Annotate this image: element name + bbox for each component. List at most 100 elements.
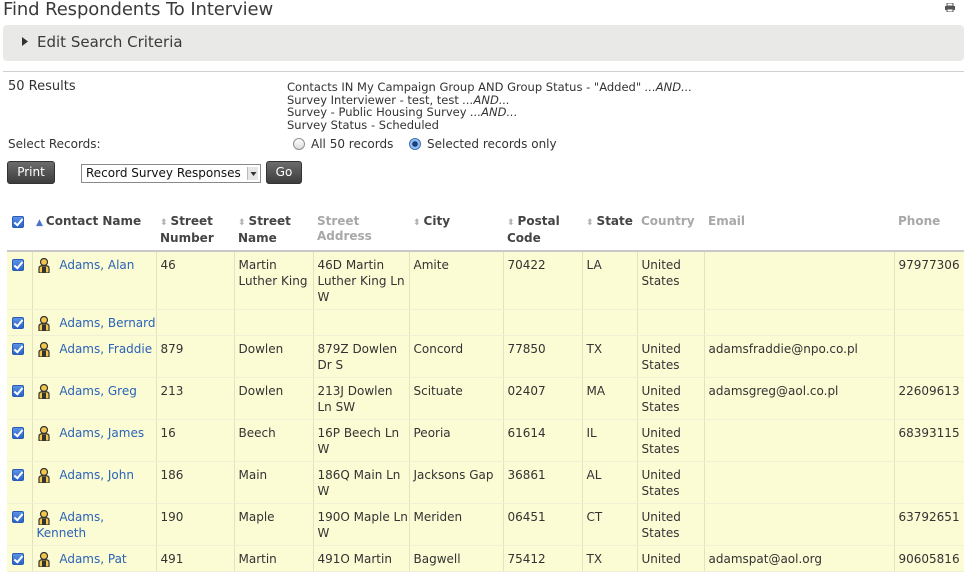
person-icon bbox=[37, 468, 50, 483]
state-cell: LA bbox=[581, 251, 637, 310]
table-row[interactable]: Adams, Greg 213 Dowlen 213J Dowlen Ln SW… bbox=[7, 377, 964, 420]
street-name-cell: Martin Luther King bbox=[233, 251, 313, 310]
state-cell: TX bbox=[581, 545, 637, 572]
select-all-checkbox[interactable] bbox=[12, 216, 24, 228]
table-row[interactable]: Adams, Fraddie 879 Dowlen 879Z Dowlen Dr… bbox=[7, 335, 964, 378]
radio-selected-records[interactable]: Selected records only bbox=[409, 137, 557, 151]
street-address-cell: 213J Dowlen Ln SW bbox=[312, 377, 409, 420]
phone-cell: 22609613 bbox=[893, 377, 964, 420]
row-checkbox[interactable] bbox=[12, 259, 24, 271]
contact-name-cell[interactable]: Adams, John bbox=[31, 461, 156, 504]
contact-name-link[interactable]: Adams, Greg bbox=[59, 384, 137, 398]
sort-ascending-icon: ▲ bbox=[36, 218, 43, 228]
printer-icon[interactable] bbox=[945, 3, 955, 12]
country-cell: United States bbox=[636, 419, 704, 462]
column-header-phone: Phone bbox=[894, 208, 964, 252]
state-cell: TX bbox=[581, 335, 637, 378]
row-checkbox-cell[interactable] bbox=[7, 309, 32, 336]
street-name-cell bbox=[233, 309, 313, 336]
contact-name-link[interactable]: Adams, James bbox=[59, 426, 144, 440]
street-name-cell: Martin bbox=[233, 545, 313, 572]
contact-name-link[interactable]: Adams, Bernard bbox=[59, 316, 155, 330]
dropdown-arrow-icon bbox=[247, 167, 258, 180]
state-cell: IL bbox=[581, 419, 637, 462]
radio-all-records[interactable]: All 50 records bbox=[293, 137, 393, 151]
state-cell: CT bbox=[581, 503, 637, 546]
country-cell: United States bbox=[636, 335, 704, 378]
email-cell bbox=[703, 503, 894, 546]
contact-name-link[interactable]: Adams, Alan bbox=[59, 258, 134, 272]
table-row[interactable]: Adams, Pat 491 Martin 491O Martin Bagwel… bbox=[7, 545, 964, 572]
contact-name-cell[interactable]: Adams, Fraddie bbox=[31, 335, 156, 378]
contact-name-cell[interactable]: Adams, Greg bbox=[31, 377, 156, 420]
go-button[interactable]: Go bbox=[266, 161, 302, 184]
contact-name-cell[interactable]: Adams, Pat bbox=[31, 545, 156, 572]
radio-button[interactable] bbox=[293, 138, 305, 150]
phone-cell bbox=[893, 335, 964, 378]
column-header-contact-name[interactable]: ▲ Contact Name bbox=[32, 208, 156, 252]
postal-code-cell: 06451 bbox=[502, 503, 582, 546]
row-checkbox-cell[interactable] bbox=[7, 335, 32, 378]
row-checkbox-cell[interactable] bbox=[7, 503, 32, 546]
person-icon bbox=[37, 316, 50, 331]
postal-code-cell: 02407 bbox=[502, 377, 582, 420]
contact-name-cell[interactable]: Adams, James bbox=[31, 419, 156, 462]
state-cell: AL bbox=[581, 461, 637, 504]
street-name-cell: Dowlen bbox=[233, 377, 313, 420]
column-header-state[interactable]: ⬍ State bbox=[582, 208, 637, 252]
country-cell: United States bbox=[636, 377, 704, 420]
column-header-city[interactable]: ⬍ City bbox=[409, 208, 503, 252]
contact-name-link[interactable]: Adams, John bbox=[59, 468, 134, 482]
street-name-cell: Maple bbox=[233, 503, 313, 546]
row-checkbox[interactable] bbox=[12, 317, 24, 329]
select-all-checkbox-cell[interactable] bbox=[7, 208, 32, 252]
table-row[interactable]: Adams, James 16 Beech 16P Beech Ln W Peo… bbox=[7, 419, 964, 462]
row-checkbox-cell[interactable] bbox=[7, 545, 32, 572]
city-cell: Amite bbox=[408, 251, 503, 310]
street-name-cell: Beech bbox=[233, 419, 313, 462]
street-number-cell: 213 bbox=[155, 377, 234, 420]
contact-name-cell[interactable]: Adams, Kenneth bbox=[31, 503, 156, 546]
row-checkbox-cell[interactable] bbox=[7, 251, 32, 310]
postal-code-cell: 70422 bbox=[502, 251, 582, 310]
expand-arrow-icon bbox=[22, 37, 28, 46]
table-header-row: ▲ Contact Name ⬍ Street Number ⬍ Street Nam… bbox=[7, 208, 964, 252]
action-select[interactable]: Record Survey Responses bbox=[81, 164, 261, 183]
city-cell: Peoria bbox=[408, 419, 503, 462]
row-checkbox[interactable] bbox=[12, 385, 24, 397]
street-address-cell: 491O Martin bbox=[312, 545, 409, 572]
edit-search-criteria-label: Edit Search Criteria bbox=[37, 33, 183, 51]
column-header-street-number[interactable]: ⬍ Street Number bbox=[156, 208, 234, 252]
sort-icon: ⬍ bbox=[238, 218, 246, 228]
table-row[interactable]: Adams, Kenneth 190 Maple 190O Maple Ln W… bbox=[7, 503, 964, 546]
state-cell bbox=[581, 309, 637, 336]
edit-search-criteria-panel[interactable]: Edit Search Criteria bbox=[3, 25, 964, 61]
table-row[interactable]: Adams, John 186 Main 186Q Main Ln W Jack… bbox=[7, 461, 964, 504]
row-checkbox[interactable] bbox=[12, 469, 24, 481]
sort-icon: ⬍ bbox=[586, 218, 594, 228]
contact-name-link[interactable]: Adams, Fraddie bbox=[59, 342, 152, 356]
email-cell bbox=[703, 309, 894, 336]
print-button[interactable]: Print bbox=[7, 161, 55, 184]
column-header-postal-code[interactable]: ⬍ Postal Code bbox=[503, 208, 582, 252]
row-checkbox-cell[interactable] bbox=[7, 377, 32, 420]
row-checkbox[interactable] bbox=[12, 511, 24, 523]
email-cell bbox=[703, 419, 894, 462]
table-row[interactable]: Adams, Alan 46 Martin Luther King 46D Ma… bbox=[7, 251, 964, 310]
sort-icon: ⬍ bbox=[160, 218, 168, 228]
respondents-table: ▲ Contact Name ⬍ Street Number ⬍ Street Nam… bbox=[7, 208, 964, 572]
row-checkbox-cell[interactable] bbox=[7, 461, 32, 504]
radio-button-selected[interactable] bbox=[409, 138, 421, 150]
page-title: Find Respondents To Interview bbox=[3, 0, 274, 20]
contact-name-cell[interactable]: Adams, Alan bbox=[31, 251, 156, 310]
row-checkbox[interactable] bbox=[12, 553, 24, 565]
email-cell bbox=[703, 461, 894, 504]
results-count: 50 Results bbox=[8, 79, 76, 94]
row-checkbox[interactable] bbox=[12, 427, 24, 439]
table-row[interactable]: Adams, Bernard bbox=[7, 309, 964, 336]
row-checkbox-cell[interactable] bbox=[7, 419, 32, 462]
column-header-street-name[interactable]: ⬍ Street Name bbox=[234, 208, 313, 252]
row-checkbox[interactable] bbox=[12, 343, 24, 355]
contact-name-link[interactable]: Adams, Pat bbox=[59, 552, 126, 566]
contact-name-cell[interactable]: Adams, Bernard bbox=[31, 309, 156, 336]
